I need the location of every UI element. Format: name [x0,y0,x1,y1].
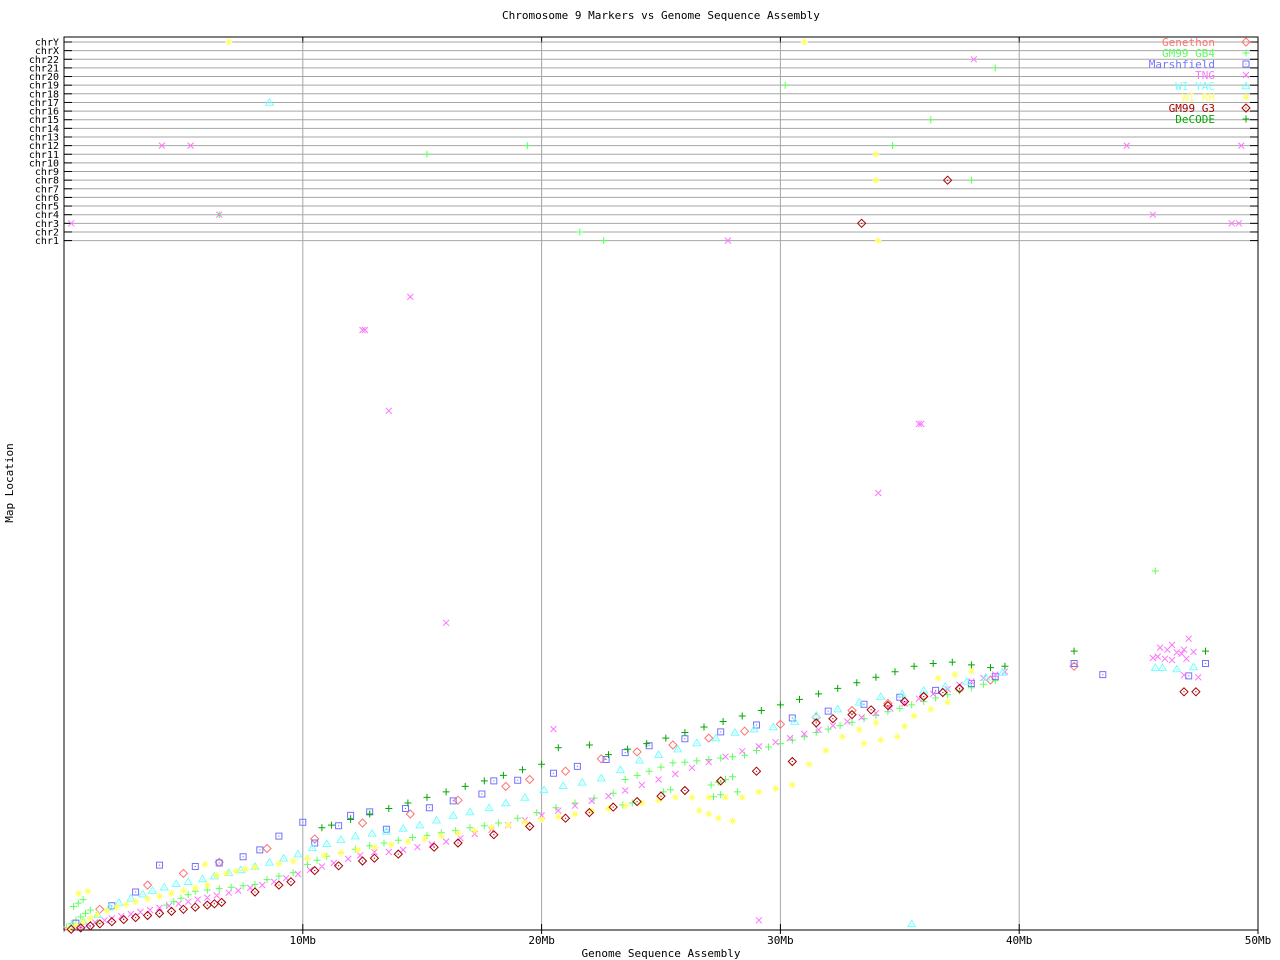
chromosome-hit-point [967,176,975,184]
data-points [66,683,1201,935]
series-tng [63,293,1202,933]
chromosome-hit-point [889,142,897,150]
series-genethon [95,661,1079,915]
series-gm99-g3 [66,683,1201,935]
chromosome-row-label: chr1 [35,236,59,247]
chromosome-hit-point [991,64,999,72]
y-axis-label: Map Location [3,443,16,522]
legend-marker [1242,71,1250,79]
chromosome-hit-point [225,38,233,46]
chromosome-hit-point [523,142,531,150]
x-tick-label: 40Mb [1006,934,1033,947]
data-points [62,567,1159,931]
x-axis-label: Genome Sequence Assembly [582,947,741,960]
chromosome-hit-point [927,116,935,124]
legend-marker [1242,93,1250,101]
chart-title: Chromosome 9 Markers vs Genome Sequence … [502,9,820,22]
chromosome-hit-point [600,237,608,245]
chromosome-hit-point [872,176,880,184]
x-tick-label: 10Mb [290,934,317,947]
x-tick-label: 30Mb [767,934,794,947]
plot-area: 10Mb 20Mb 30Mb 40Mb 50MbchrYchrXchr22chr21ch… [29,36,1271,947]
series-gm99-gb4 [62,567,1159,931]
x-tick-label: 50Mb [1245,934,1272,947]
scatter-plot: Chromosome 9 Markers vs Genome Sequence … [3,9,1271,960]
legend-label: DeCODE [1175,113,1215,126]
chromosome-hit-point [800,38,808,46]
chromosome-hit-point [423,150,431,158]
chromosome-hit-point [874,237,882,245]
chart-canvas: Chromosome 9 Markers vs Genome Sequence … [0,0,1280,960]
chromosome-hit-point [576,228,584,236]
legend-marker [1242,60,1250,68]
data-points [63,293,1202,933]
data-points [95,661,1079,915]
chromosome-hit-point [781,81,789,89]
legend-marker [1242,115,1250,123]
x-tick-label: 20Mb [528,934,555,947]
chromosome-hit-point [872,150,880,158]
